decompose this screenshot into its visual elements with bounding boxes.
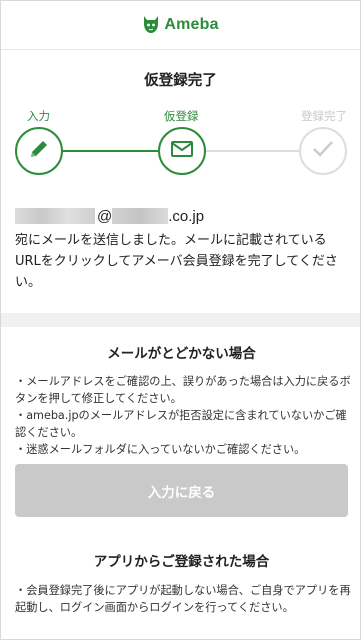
step-label-complete: 登録完了 [301, 109, 347, 123]
step-label-input: 入力 [27, 109, 50, 123]
no-mail-section-title: メールがとどかない場合 [107, 346, 256, 362]
email-domain-suffix: .co.jp [168, 207, 205, 225]
page-frame: Ameba 仮登録完了 入力 仮登録 登録完了 @ .co.jp 宛にメールを送… [0, 0, 361, 640]
ameba-logo-text[interactable]: Ameba [164, 16, 218, 34]
ameba-logo-icon [142, 15, 160, 35]
step-connector-pending [206, 150, 300, 152]
check-icon [311, 139, 335, 163]
app-instructions: ・会員登録完了後にアプリが起動しない場合、ご自身でアプリを再起動し、ログイン画面… [15, 582, 351, 616]
mail-icon [170, 139, 194, 163]
step-circle-provisional [158, 127, 206, 175]
list-item: ・会員登録完了後にアプリが起動しない場合、ご自身でアプリを再起動し、ログイン画面… [15, 584, 351, 614]
section-divider [1, 313, 360, 327]
app-section-title: アプリからご登録された場合 [93, 554, 270, 570]
masked-email-local [15, 208, 95, 224]
masked-email-domain [112, 208, 169, 224]
step-connector-done [63, 150, 159, 152]
registered-email: @ .co.jp [15, 205, 204, 227]
no-mail-checklist: ・メールアドレスをご確認の上、誤りがあった場合は入力に戻るボタンを押して修正して… [15, 373, 351, 458]
list-item: ・メールアドレスをご確認の上、誤りがあった場合は入力に戻るボタンを押して修正して… [15, 375, 351, 405]
registration-stepper: 入力 仮登録 登録完了 [1, 108, 360, 188]
back-to-input-button[interactable]: 入力に戻る [15, 464, 348, 517]
email-at-sign: @ [97, 207, 113, 225]
top-bar: Ameba [1, 1, 360, 50]
step-circle-input [15, 127, 63, 175]
list-item: ・ameba.jpのメールアドレスが拒否設定に含まれていないかご確認ください。 [15, 409, 347, 439]
sent-message: 宛にメールを送信しました。メールに記載されているURLをクリックしてアメーバ会員… [15, 233, 338, 290]
step-label-provisional: 仮登録 [164, 109, 199, 123]
pencil-icon [27, 137, 51, 165]
step-circle-complete [299, 127, 347, 175]
list-item: ・迷惑メールフォルダに入っていないかご確認ください。 [15, 443, 306, 456]
page-title: 仮登録完了 [144, 73, 217, 89]
